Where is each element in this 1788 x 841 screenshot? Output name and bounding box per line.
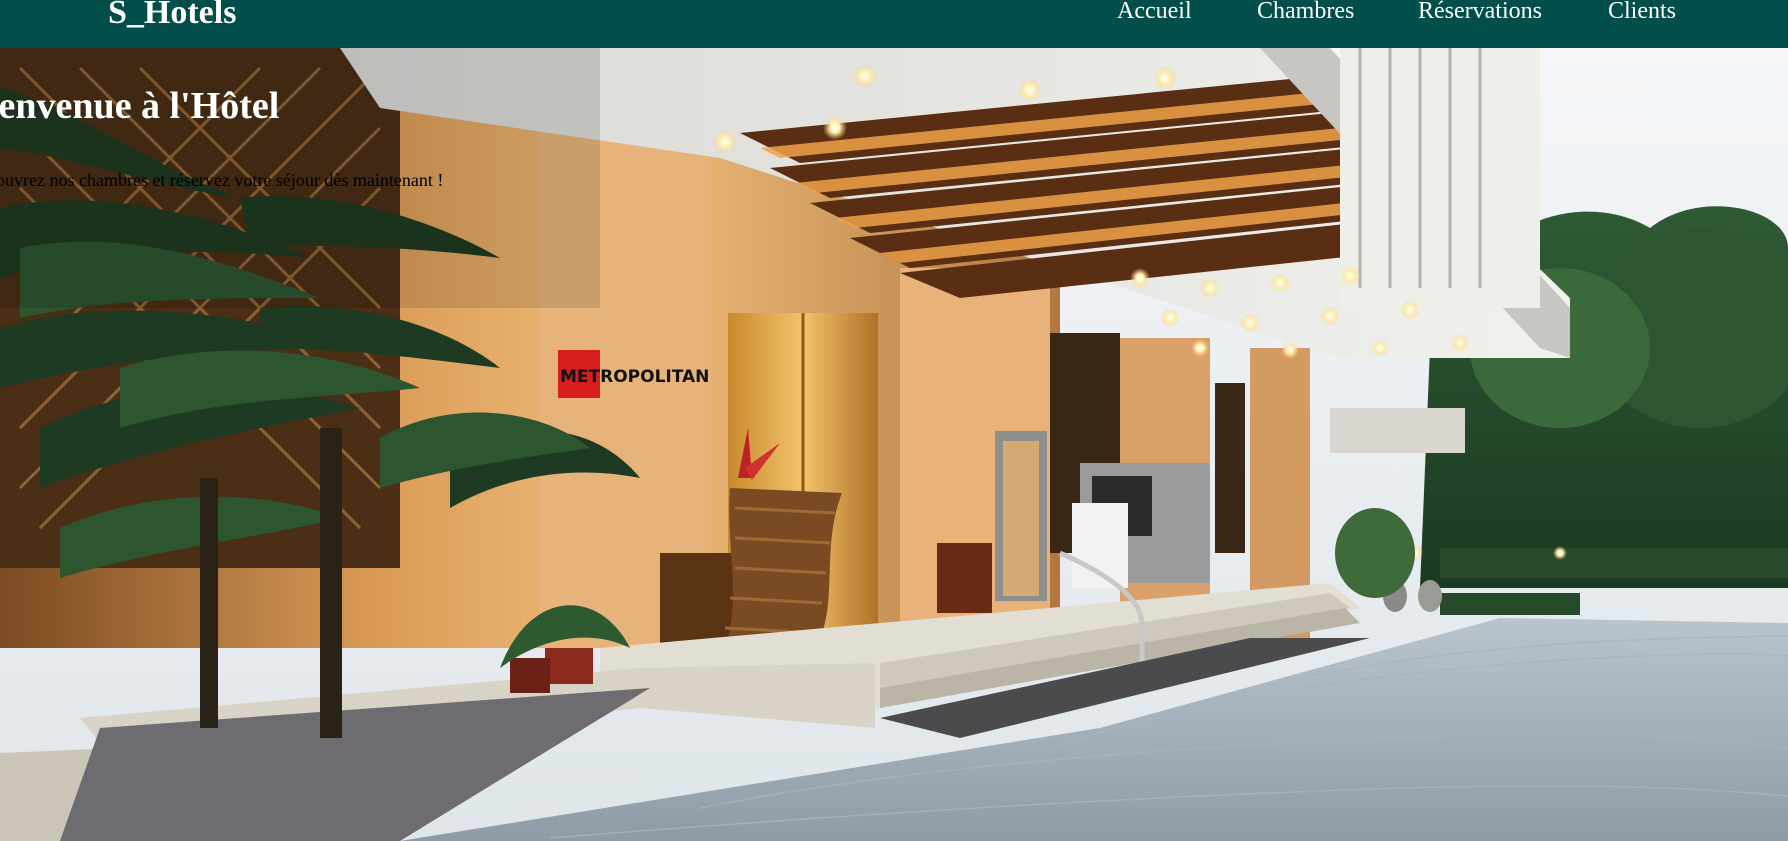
nav-link-reservations[interactable]: Réservations (1418, 0, 1542, 24)
hero-title: ienvenue à l'Hôtel (0, 85, 280, 127)
nav-link-clients[interactable]: Clients (1608, 0, 1676, 24)
hero-section: METROPOLITAN ienvenue à l'Hôtel ouvrez n… (0, 48, 1788, 841)
top-navbar: S_Hotels Accueil Chambres Réservations C… (0, 0, 1788, 48)
nav-link-chambres[interactable]: Chambres (1257, 0, 1354, 24)
hero-subtitle: ouvrez nos chambres et réservez votre sé… (0, 170, 444, 190)
hotel-entrance-image: METROPOLITAN (0, 48, 1788, 841)
brand-logo[interactable]: S_Hotels (108, 0, 236, 30)
nav-link-accueil[interactable]: Accueil (1117, 0, 1192, 24)
svg-text:METROPOLITAN: METROPOLITAN (560, 367, 709, 387)
